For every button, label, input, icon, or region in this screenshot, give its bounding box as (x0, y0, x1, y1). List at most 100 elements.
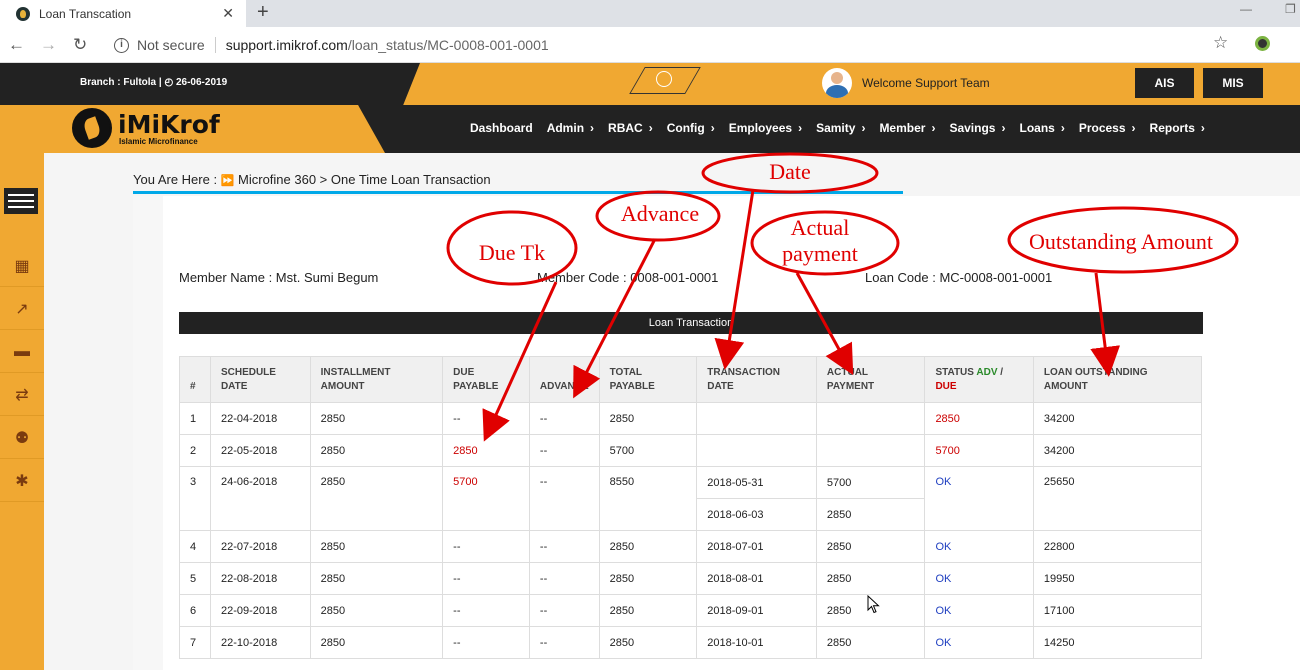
col-total-payable: TOTAL PAYABLE (598, 356, 698, 403)
cell-total-payable: 2850 (598, 594, 698, 627)
table-row: 4 22-07-2018 2850 -- -- 2850 2018-07-01 2850 OK 2… (179, 530, 1203, 563)
new-tab-button[interactable]: + (257, 1, 269, 24)
annotation-due-tk: Due Tk (478, 240, 546, 265)
building-icon[interactable]: ▦ (0, 245, 44, 287)
forward-icon[interactable]: → (40, 35, 57, 55)
col-status: STATUS ADV / DUE (924, 356, 1034, 403)
cell-schedule-date: 22-09-2018 (209, 594, 311, 627)
cell-transaction-date: 2018-05-31 (696, 466, 817, 499)
cell-advance: -- (528, 594, 600, 627)
cell-transaction-date: 2018-10-01 (696, 626, 817, 659)
minimize-icon[interactable]: — (1240, 2, 1252, 16)
cell-status: OK (924, 594, 1034, 627)
nav-item-loans[interactable]: Loans › (1019, 121, 1064, 135)
mis-button[interactable]: MIS (1203, 68, 1263, 98)
cell-actual-payment: 2850 (815, 498, 926, 531)
annotation-actual-payment: Actual payment (760, 215, 880, 267)
url-path: /loan_status/MC-0008-001-0001 (347, 37, 549, 53)
cell-loan-outstanding: 34200 (1032, 402, 1203, 435)
cell-actual-payment: 2850 (815, 562, 926, 595)
bookmark-star-icon[interactable]: ☆ (1213, 33, 1228, 53)
cell-num: 1 (179, 402, 211, 435)
chevron-right-icon: › (861, 121, 866, 135)
avatar[interactable] (822, 68, 852, 98)
nav-item-samity[interactable]: Samity › (816, 121, 865, 135)
chevron-right-icon: › (1001, 121, 1006, 135)
cell-loan-outstanding: 17100 (1032, 594, 1203, 627)
nav-item-label: Process (1078, 121, 1126, 135)
back-icon[interactable]: ← (8, 35, 25, 55)
breadcrumb-path[interactable]: Microfine 360 > One Time Loan Transactio… (238, 172, 491, 187)
cell-num: 3 (179, 466, 211, 531)
welcome-text: Welcome Support Team (862, 76, 990, 90)
annotation-outstanding: Outstanding Amount (1029, 229, 1213, 254)
maximize-icon[interactable]: ❐ (1285, 2, 1296, 16)
cell-status: 2850 (924, 402, 1034, 435)
cell-total-payable: 2850 (598, 530, 698, 563)
breadcrumb-arrows-icon: ⏩ (220, 175, 235, 187)
cell-transaction-date: 2018-09-01 (696, 594, 817, 627)
annotation-actual-line1: Actual (790, 215, 850, 240)
col-schedule-date: SCHEDULE DATE (209, 356, 311, 403)
breadcrumb: You Are Here : ⏩ Microfine 360 > One Tim… (133, 172, 491, 187)
logo-text: iMiKrof (118, 110, 220, 139)
cell-loan-outstanding: 34200 (1032, 434, 1203, 467)
cell-advance: -- (528, 466, 600, 531)
cell-advance: -- (528, 434, 600, 467)
bus-icon[interactable]: ▬ (0, 331, 44, 373)
cell-actual-payment (815, 402, 926, 435)
cell-installment: 2850 (309, 530, 444, 563)
cell-actual-payment: 2850 (815, 530, 926, 563)
table-row: 5 22-08-2018 2850 -- -- 2850 2018-08-01 2850 OK 1… (179, 562, 1203, 595)
search-icon[interactable] (656, 71, 672, 87)
browser-tab[interactable]: Loan Transcation ✕ (0, 0, 246, 27)
col-loan-outstanding: LOAN OUTSTANDING AMOUNT (1032, 356, 1203, 403)
table-row: 7 22-10-2018 2850 -- -- 2850 2018-10-01 2850 OK 1… (179, 626, 1203, 659)
cell-total-payable: 2850 (598, 626, 698, 659)
cell-due-payable: -- (442, 626, 530, 659)
nav-item-admin[interactable]: Admin › (547, 121, 594, 135)
annotation-date: Date (769, 159, 811, 184)
chevron-right-icon: › (1200, 121, 1205, 135)
nav-item-savings[interactable]: Savings › (949, 121, 1005, 135)
nav-item-process[interactable]: Process › (1079, 121, 1136, 135)
cell-schedule-date: 22-05-2018 (209, 434, 311, 467)
site-top-header: Branch : Fultola | ◴ 26-06-2019 Welcome … (0, 63, 1300, 105)
nav-item-config[interactable]: Config › (667, 121, 715, 135)
cell-num: 7 (179, 626, 211, 659)
info-icon[interactable]: i (114, 37, 129, 53)
logo[interactable]: iMiKrof Islamic Microfinance (0, 105, 385, 153)
address-bar[interactable]: i Not secure support.imikrof.com/loan_st… (106, 32, 1242, 58)
settings-icon[interactable]: ✱ (0, 460, 44, 502)
hamburger-menu-icon[interactable] (4, 188, 38, 214)
nav-item-dashboard[interactable]: Dashboard (470, 121, 533, 135)
main-header: iMiKrof Islamic Microfinance Dashboard Ad… (0, 105, 1300, 153)
tab-close-icon[interactable]: ✕ (222, 5, 234, 22)
col-due-payable: DUE PAYABLE (442, 356, 530, 403)
cell-total-payable: 2850 (598, 562, 698, 595)
transfer-icon[interactable]: ⇄ (0, 374, 44, 416)
status-header-text: STATUS (935, 366, 974, 378)
nav-item-member[interactable]: Member › (879, 121, 935, 135)
nav-item-reports[interactable]: Reports › (1150, 121, 1205, 135)
ais-button[interactable]: AIS (1135, 68, 1194, 98)
mouse-cursor-icon (867, 595, 880, 614)
reload-icon[interactable]: ↻ (73, 35, 87, 55)
extension-icon[interactable] (1255, 36, 1270, 51)
cell-installment: 2850 (309, 434, 444, 467)
cell-schedule-date: 22-08-2018 (209, 562, 311, 595)
nav-item-rbac[interactable]: RBAC › (608, 121, 653, 135)
browser-tabbar: Loan Transcation ✕ + — ❐ (0, 0, 1300, 27)
cell-num: 5 (179, 562, 211, 595)
cell-transaction-date (696, 434, 817, 467)
table-row: 1 22-04-2018 2850 -- -- 2850 2850 34200 (179, 402, 1203, 435)
nav-item-label: Member (879, 121, 926, 135)
nav-item-employees[interactable]: Employees › (729, 121, 802, 135)
cell-actual-payment (815, 434, 926, 467)
users-icon[interactable]: ⚉ (0, 417, 44, 459)
loan-transaction-title: Loan Transaction (179, 312, 1203, 334)
chevron-right-icon: › (798, 121, 803, 135)
chevron-right-icon: › (710, 121, 715, 135)
chart-icon[interactable]: ↗ (0, 288, 44, 330)
cell-due-payable: -- (442, 562, 530, 595)
